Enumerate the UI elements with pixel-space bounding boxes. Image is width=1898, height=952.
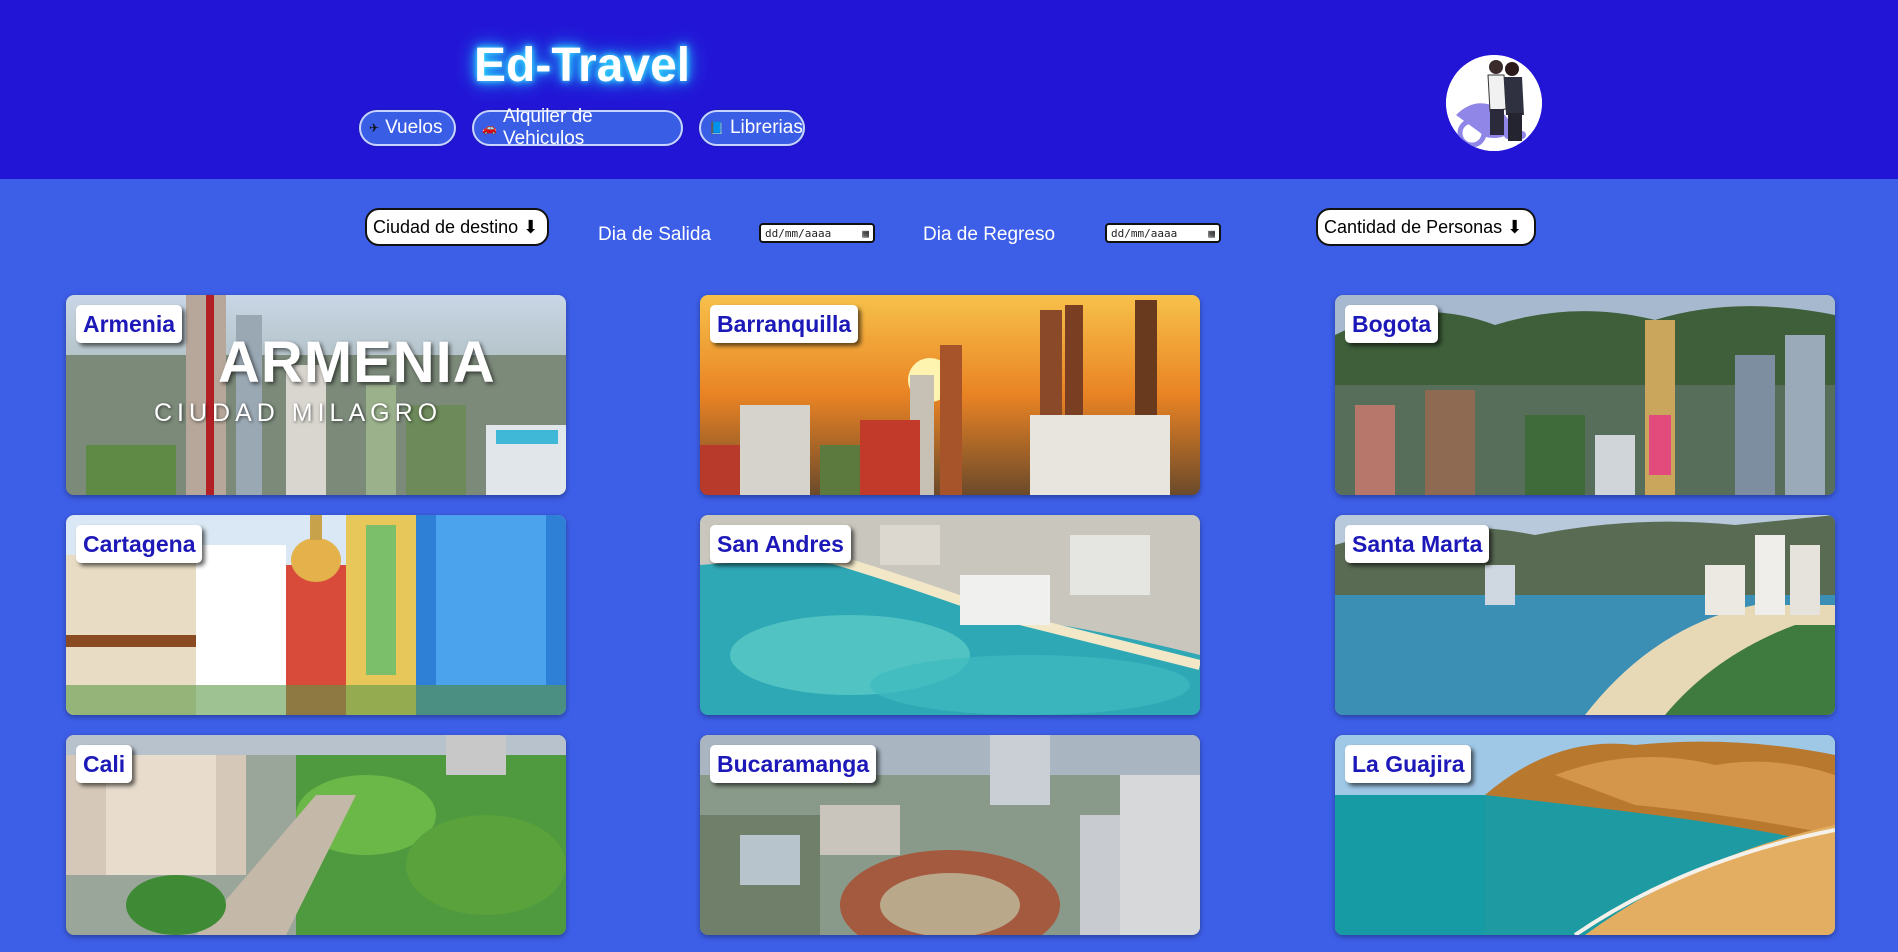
departure-date-input[interactable]: dd/mm/aaaa ▦ xyxy=(759,223,875,243)
armenia-overlay-subtitle: CIUDAD MILAGRO xyxy=(154,399,443,427)
nav-vuelos-button[interactable]: ✈ Vuelos xyxy=(359,110,456,146)
city-name: Bogota xyxy=(1345,305,1439,343)
car-icon: 🚗 xyxy=(482,121,497,135)
city-name: Armenia xyxy=(76,305,183,343)
cali-image xyxy=(66,735,566,935)
travelers-avatar-icon xyxy=(1446,55,1542,151)
city-name: Bucaramanga xyxy=(710,745,877,783)
city-card-barranquilla[interactable]: Barranquilla xyxy=(700,295,1200,495)
destination-select[interactable]: Ciudad de destino ⬇ xyxy=(365,208,549,246)
city-name: Cartagena xyxy=(76,525,203,563)
armenia-overlay-title: ARMENIA xyxy=(218,330,496,395)
city-card-san-andres[interactable]: San Andres xyxy=(700,515,1200,715)
city-name: San Andres xyxy=(710,525,851,563)
departure-label: Dia de Salida xyxy=(598,224,712,245)
return-date-input[interactable]: dd/mm/aaaa ▦ xyxy=(1105,223,1221,243)
airplane-icon: ✈ xyxy=(369,121,380,135)
city-card-santa-marta[interactable]: Santa Marta xyxy=(1335,515,1835,715)
brand-title: Ed-Travel xyxy=(474,39,691,92)
search-filters: Ciudad de destino ⬇ Dia de Salida dd/mm/… xyxy=(0,208,1898,248)
city-card-cartagena[interactable]: Cartagena xyxy=(66,515,566,715)
book-icon: 📘 xyxy=(709,121,724,135)
people-select[interactable]: Cantidad de Personas ⬇ xyxy=(1316,208,1536,246)
return-placeholder: dd/mm/aaaa xyxy=(1111,226,1178,240)
nav-label: Alquiler de Vehiculos xyxy=(502,106,593,149)
return-label: Dia de Regreso xyxy=(923,224,1056,245)
city-name: Barranquilla xyxy=(710,305,859,343)
city-card-bogota[interactable]: Bogota xyxy=(1335,295,1835,495)
avatar[interactable] xyxy=(1446,55,1542,151)
city-card-armenia[interactable]: ARMENIA CIUDAD MILAGRO Armenia xyxy=(66,295,566,495)
nav-librerias-button[interactable]: 📘 Librerias xyxy=(699,110,805,146)
city-card-cali[interactable]: Cali xyxy=(66,735,566,935)
city-card-la-guajira[interactable]: La Guajira xyxy=(1335,735,1835,935)
city-name: Cali xyxy=(76,745,133,783)
city-name: Santa Marta xyxy=(1345,525,1490,563)
departure-placeholder: dd/mm/aaaa xyxy=(765,226,832,240)
nav-label: Vuelos xyxy=(385,117,443,138)
city-name: La Guajira xyxy=(1345,745,1472,783)
nav-label: Librerias xyxy=(729,117,803,138)
header: Ed-Travel ✈ Vuelos 🚗 Alquiler de Vehicul… xyxy=(0,0,1898,179)
calendar-icon[interactable]: ▦ xyxy=(1208,227,1215,240)
calendar-icon[interactable]: ▦ xyxy=(862,227,869,240)
city-card-bucaramanga[interactable]: Bucaramanga xyxy=(700,735,1200,935)
nav-alquiler-button[interactable]: 🚗 Alquiler de Vehiculos xyxy=(472,106,683,149)
